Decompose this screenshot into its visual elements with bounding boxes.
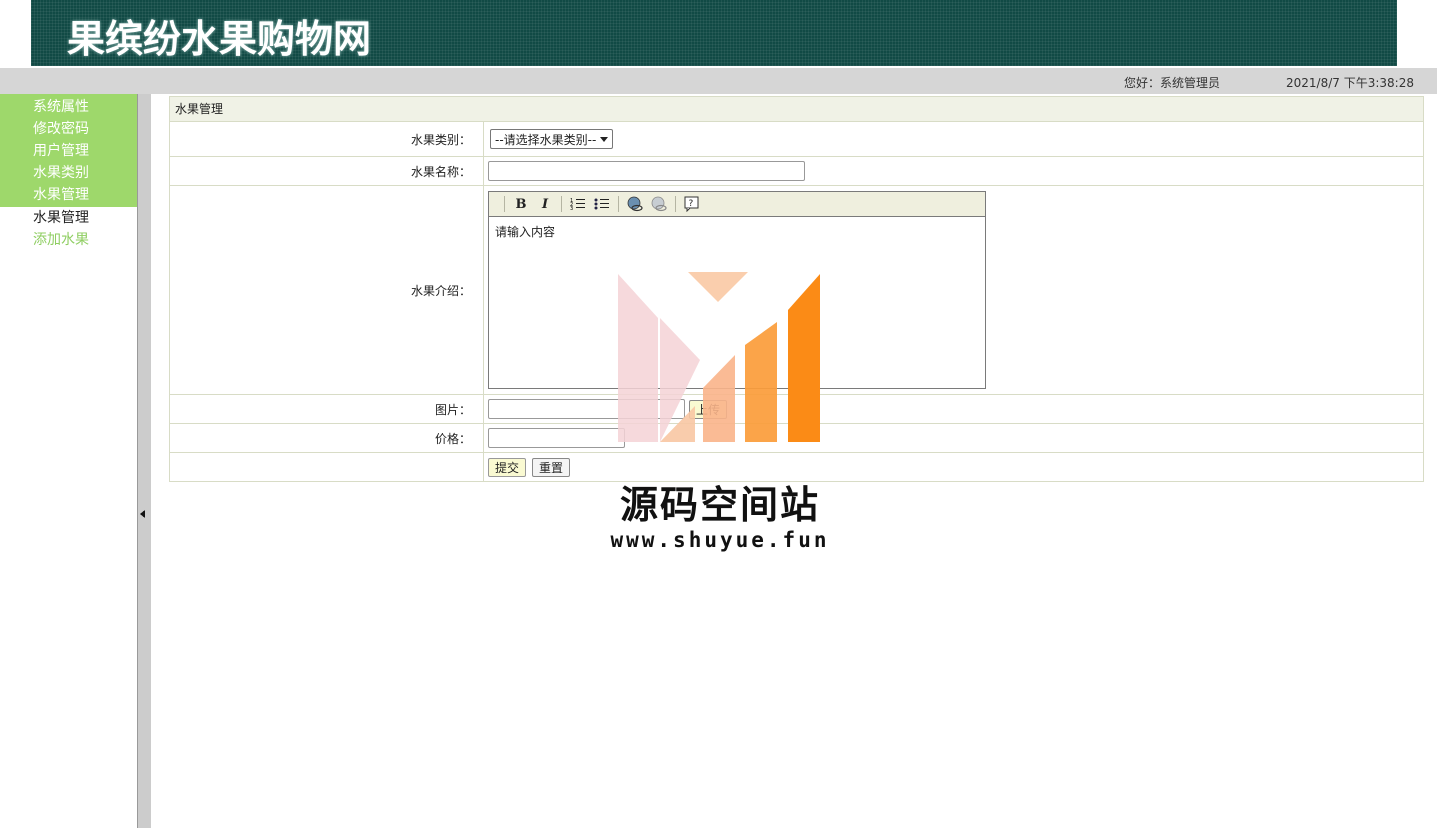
unlink-icon[interactable] — [648, 194, 670, 214]
image-path-input[interactable] — [488, 399, 685, 419]
fruit-name-input[interactable] — [488, 161, 805, 181]
toolbar-separator — [504, 196, 505, 212]
sidebar-item-fruit-category[interactable]: 水果类别 — [0, 162, 137, 184]
actions-label-cell — [170, 453, 484, 481]
submenu-add-fruit[interactable]: 添加水果 — [0, 229, 137, 251]
intro-cell: B I 123 ? 请输入内容 — [484, 186, 1423, 394]
submit-button[interactable]: 提交 — [488, 457, 527, 477]
status-bar: 您好：系统管理员 2021/8/7 下午3:38:28 — [0, 68, 1437, 94]
sidebar: 系统属性 修改密码 用户管理 水果类别 水果管理 水果管理 添加水果 — [0, 94, 137, 828]
row-actions: 提交 重置 — [170, 453, 1423, 481]
row-price: 价格： — [170, 424, 1423, 453]
user-greeting: 您好：系统管理员 — [1124, 76, 1221, 90]
sidebar-menu-group: 系统属性 修改密码 用户管理 水果类别 水果管理 — [0, 94, 137, 207]
submenu-title: 水果管理 — [33, 210, 89, 226]
sidebar-item-system-properties[interactable]: 系统属性 — [0, 96, 137, 118]
name-cell — [484, 157, 1423, 185]
help-icon[interactable]: ? — [681, 194, 703, 214]
sidebar-item-fruit-management[interactable]: 水果管理 — [0, 184, 137, 206]
editor-content-area[interactable]: 请输入内容 — [489, 217, 985, 388]
row-image: 图片： 上传 — [170, 395, 1423, 424]
row-category: 水果类别： --请选择水果类别-- — [170, 122, 1423, 157]
category-select[interactable]: --请选择水果类别-- — [490, 129, 614, 149]
italic-button[interactable]: I — [534, 194, 556, 214]
toolbar-separator — [618, 196, 619, 212]
fruit-form-panel: 水果管理 水果类别： --请选择水果类别-- 水果名称： 水果介绍： B I 1… — [169, 96, 1424, 482]
site-title: 果缤纷水果购物网 — [67, 17, 372, 61]
row-intro: 水果介绍： B I 123 ? 请输入内容 — [170, 186, 1423, 395]
toolbar-separator — [561, 196, 562, 212]
bold-button[interactable]: B — [510, 194, 532, 214]
category-label: 水果类别： — [170, 122, 484, 156]
watermark-url: www.shuyue.fun — [610, 528, 830, 552]
reset-button[interactable]: 重置 — [532, 457, 571, 477]
link-icon[interactable] — [624, 194, 646, 214]
price-label: 价格： — [170, 424, 484, 452]
row-name: 水果名称： — [170, 157, 1423, 186]
header-banner: 果缤纷水果购物网 — [31, 0, 1397, 66]
collapse-arrow-icon[interactable] — [140, 510, 145, 518]
name-label: 水果名称： — [170, 157, 484, 185]
actions-cell: 提交 重置 — [484, 453, 1423, 481]
price-input[interactable] — [488, 428, 625, 448]
intro-label: 水果介绍： — [170, 186, 484, 394]
unordered-list-icon[interactable] — [591, 194, 613, 214]
panel-title: 水果管理 — [170, 97, 1423, 122]
category-cell: --请选择水果类别-- — [484, 122, 1423, 156]
svg-text:3: 3 — [570, 206, 573, 211]
watermark-title: 源码空间站 — [619, 483, 820, 527]
upload-button[interactable]: 上传 — [689, 399, 728, 419]
category-selected: --请选择水果类别-- — [495, 132, 597, 147]
image-label: 图片： — [170, 395, 484, 423]
ordered-list-icon[interactable]: 123 — [567, 194, 589, 214]
sidebar-item-change-password[interactable]: 修改密码 — [0, 118, 137, 140]
sidebar-item-user-management[interactable]: 用户管理 — [0, 140, 137, 162]
price-cell — [484, 424, 1423, 452]
chevron-down-icon — [600, 136, 609, 142]
svg-text:?: ? — [689, 199, 694, 209]
image-cell: 上传 — [484, 395, 1423, 423]
toolbar-separator — [675, 196, 676, 212]
frame-splitter[interactable] — [137, 94, 151, 828]
clock: 2021/8/7 下午3:38:28 — [1286, 76, 1414, 90]
editor-toolbar: B I 123 ? — [489, 192, 985, 217]
rich-text-editor: B I 123 ? 请输入内容 — [488, 191, 986, 389]
